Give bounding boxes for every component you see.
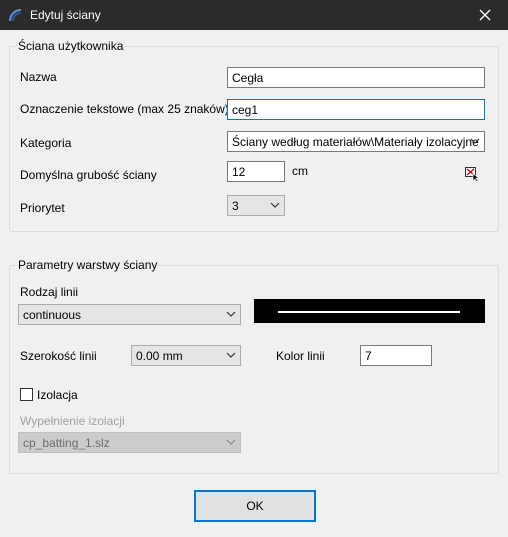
category-select[interactable]: Ściany według materiałów\Materiały izola… bbox=[227, 131, 485, 152]
title-bar: Edytuj ściany bbox=[0, 0, 508, 30]
close-button[interactable] bbox=[462, 0, 508, 30]
linetype-select[interactable]: continuous bbox=[18, 304, 241, 325]
thickness-label: Domyślna grubość ściany bbox=[20, 168, 157, 182]
insulation-checkbox[interactable] bbox=[20, 388, 33, 401]
name-label: Nazwa bbox=[20, 70, 57, 84]
app-arc-icon bbox=[8, 8, 22, 22]
linecolor-field[interactable]: 7 bbox=[360, 345, 432, 366]
priority-select[interactable]: 3 bbox=[227, 195, 285, 216]
linewidth-label: Szerokość linii bbox=[20, 349, 97, 363]
chevron-down-icon bbox=[226, 311, 236, 317]
linetype-label: Rodzaj linii bbox=[20, 285, 79, 299]
thickness-field[interactable]: 12 bbox=[227, 161, 285, 182]
layer-params-legend: Parametry warstwy ściany bbox=[17, 258, 159, 272]
linewidth-select[interactable]: 0.00 mm bbox=[131, 345, 241, 366]
linecolor-label: Kolor linii bbox=[276, 349, 325, 363]
ok-button-label: OK bbox=[246, 499, 264, 513]
line-preview-stroke bbox=[278, 311, 460, 313]
pick-from-drawing-icon[interactable] bbox=[464, 166, 480, 182]
linetype-value: continuous bbox=[23, 308, 82, 322]
tag-field[interactable]: ceg1 bbox=[227, 99, 485, 120]
chevron-down-icon bbox=[270, 202, 280, 208]
insulation-label: Izolacja bbox=[37, 388, 78, 402]
close-icon bbox=[479, 9, 491, 21]
fill-select[interactable]: cp_batting_1.slz bbox=[18, 432, 241, 453]
priority-value: 3 bbox=[232, 199, 239, 213]
user-wall-legend: Ściana użytkownika bbox=[17, 39, 125, 53]
priority-label: Priorytet bbox=[20, 201, 65, 215]
category-label: Kategoria bbox=[20, 136, 72, 150]
ok-button[interactable]: OK bbox=[194, 490, 316, 522]
fill-value: cp_batting_1.slz bbox=[23, 436, 110, 450]
thickness-unit: cm bbox=[292, 164, 308, 178]
linewidth-value: 0.00 mm bbox=[136, 349, 183, 363]
fill-label: Wypełnienie izolacji bbox=[20, 414, 125, 428]
name-field[interactable]: Cegła bbox=[227, 67, 485, 88]
chevron-down-icon bbox=[226, 439, 236, 445]
tag-label: Oznaczenie tekstowe (max 25 znaków) bbox=[20, 102, 229, 116]
line-preview bbox=[254, 299, 485, 323]
chevron-down-icon bbox=[470, 138, 480, 144]
category-value: Ściany według materiałów\Materiały izola… bbox=[232, 135, 479, 149]
window-title: Edytuj ściany bbox=[30, 8, 101, 22]
chevron-down-icon bbox=[226, 352, 236, 358]
